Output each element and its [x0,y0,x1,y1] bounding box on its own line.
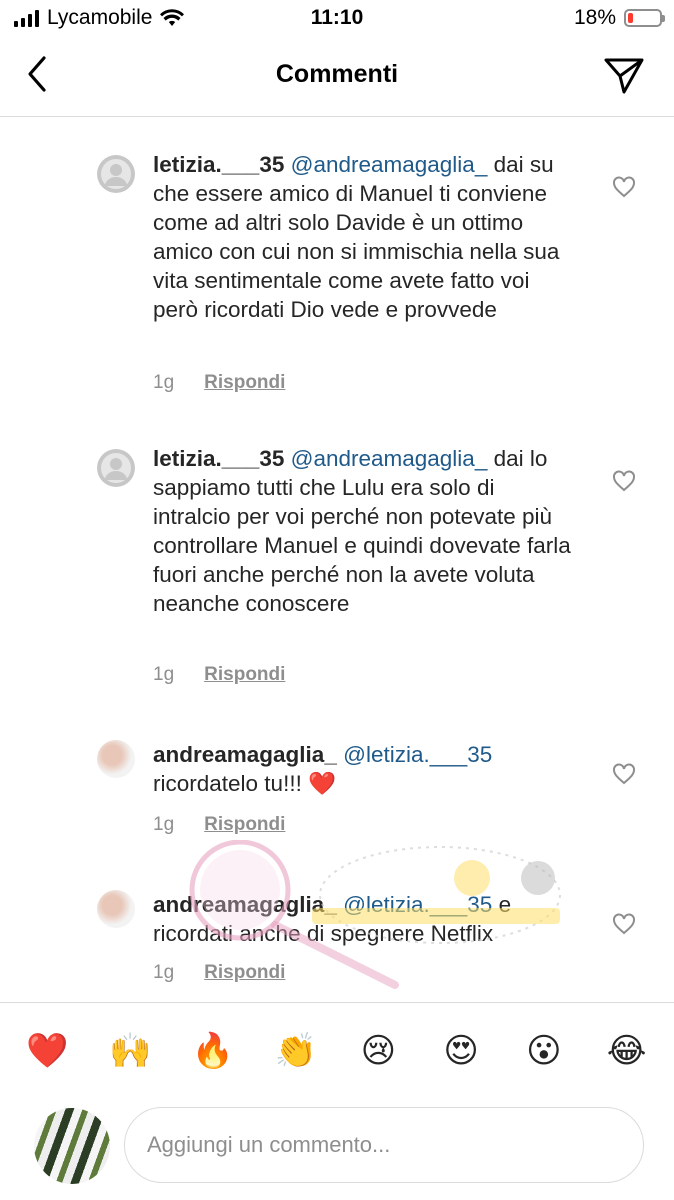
user-placeholder-icon [97,449,135,487]
comment-meta: 1g Rispondi [153,372,285,394]
comment-time: 1g [153,664,175,685]
avatar[interactable] [97,449,135,487]
clock: 11:10 [310,6,364,29]
comment-field-wrapper [124,1107,644,1183]
comment-text-block: andreamagaglia_ @letizia.___35 e ricorda… [153,890,573,948]
comment-username[interactable]: andreamagaglia_ [153,742,337,767]
comment-text-block: andreamagaglia_ @letizia.___35 ricordate… [153,740,573,798]
comment-meta: 1g Rispondi [153,962,285,984]
emoji-laughing-button[interactable]: 😂 [599,1031,655,1071]
comment-username[interactable]: letizia.___35 [153,446,284,471]
comment-composer [0,1098,674,1200]
comment-time: 1g [153,372,175,393]
comment-meta: 1g Rispondi [153,664,285,686]
battery-info: 18% [573,6,665,30]
status-bar: Lycamobile 11:10 18% [0,0,674,40]
comment-mention[interactable]: @andreamagaglia_ [291,446,488,471]
comment-input[interactable] [125,1108,643,1182]
emoji-crying-button[interactable]: 😢 [350,1031,406,1071]
emoji-surprised-button[interactable]: 😮 [516,1031,572,1071]
emoji-heart-eyes-button[interactable]: 😍 [433,1031,489,1071]
emoji-fire-button[interactable]: 🔥 [185,1031,241,1071]
avatar[interactable] [97,155,135,193]
comment-body: dai su che essere amico di Manuel ti con… [153,152,560,322]
comments-header: Commenti [0,40,674,117]
avatar[interactable] [97,890,135,928]
comment-text-block: letizia.___35 @andreamagaglia_ dai lo sa… [153,444,573,618]
heart-icon[interactable] [612,175,636,199]
battery-icon [624,9,665,27]
battery-level [628,13,633,23]
reply-button[interactable]: Rispondi [204,814,285,836]
reply-button[interactable]: Rispondi [204,962,285,984]
emoji-clap-button[interactable]: 👏 [268,1031,324,1071]
emoji-raised-hands-button[interactable]: 🙌 [102,1031,158,1071]
avatar [34,1108,110,1184]
comment-body: ricordatelo tu!!! ❤️ [153,771,337,796]
heart-icon[interactable] [612,912,636,936]
emoji-heart-button[interactable]: ❤️ [19,1031,75,1071]
comment-text-block: letizia.___35 @andreamagaglia_ dai su ch… [153,150,573,324]
battery-percent: 18% [573,6,616,29]
comment-meta: 1g Rispondi [153,814,285,836]
avatar[interactable] [97,740,135,778]
comment-mention[interactable]: @letizia.___35 [343,892,492,917]
paper-plane-icon[interactable] [602,54,646,98]
comment-username[interactable]: letizia.___35 [153,152,284,177]
comment-time: 1g [153,962,175,983]
reply-button[interactable]: Rispondi [204,372,285,394]
comment-mention[interactable]: @andreamagaglia_ [291,152,488,177]
comment-mention[interactable]: @letizia.___35 [343,742,492,767]
comment-time: 1g [153,814,175,835]
comment-username[interactable]: andreamagaglia_ [153,892,337,917]
user-placeholder-icon [97,155,135,193]
page-title: Commenti [275,60,399,88]
heart-icon[interactable] [612,469,636,493]
comment-body: dai lo sappiamo tutti che Lulu era solo … [153,446,571,616]
emoji-quick-bar: ❤️ 🙌 🔥 👏 😢 😍 😮 😂 [0,1002,674,1098]
heart-icon[interactable] [612,762,636,786]
reply-button[interactable]: Rispondi [204,664,285,686]
